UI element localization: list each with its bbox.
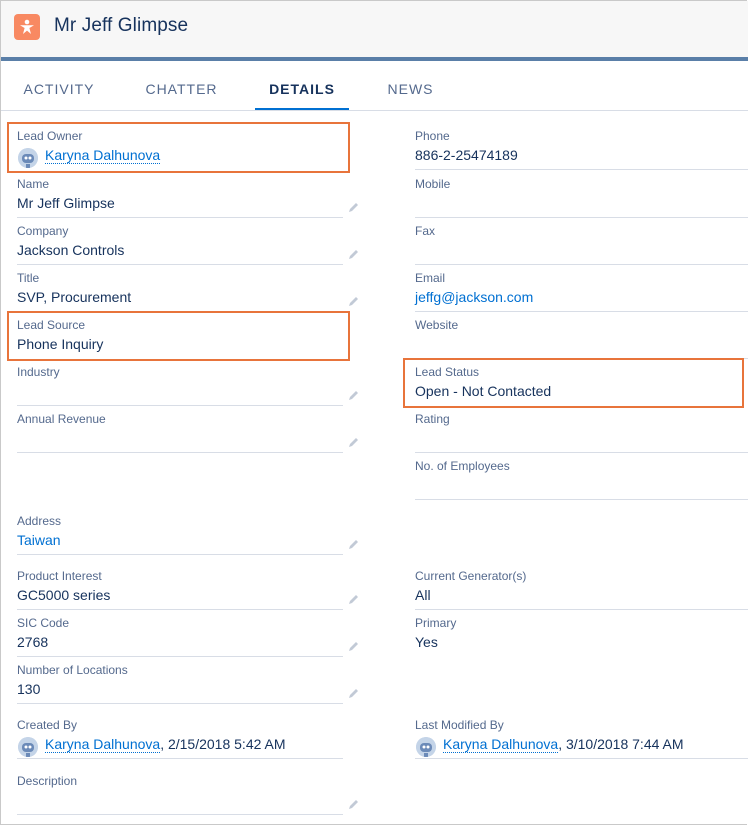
lead-icon [14,14,40,40]
field-value: 130 [17,681,41,697]
field-divider [415,758,748,759]
field-label: Created By [17,718,78,732]
field-divider [17,264,343,265]
last-modified-value: Karyna Dalhunova, 3/10/2018 7:44 AM [443,736,684,753]
edit-pencil-icon[interactable] [348,538,360,550]
field-label: Primary [415,616,457,630]
edit-pencil-icon[interactable] [348,687,360,699]
highlight-lead-status [403,358,744,408]
field-label: Address [17,514,62,528]
field-divider [17,554,343,555]
field-divider [415,452,748,453]
field-label: Fax [415,224,436,238]
page-title: Mr Jeff Glimpse [54,15,189,36]
field-divider [17,656,343,657]
field-label: Annual Revenue [17,412,106,426]
record-header: Mr Jeff Glimpse [1,1,748,57]
tab-activity[interactable]: ACTIVITY [1,61,117,110]
field-divider [17,609,343,610]
field-label: Email [415,271,446,285]
tab-details[interactable]: DETAILS [255,61,349,110]
edit-pencil-icon[interactable] [348,640,360,652]
user-link[interactable]: Karyna Dalhunova [45,736,161,753]
tab-news[interactable]: NEWS [362,61,459,110]
field-divider [17,452,343,453]
user-link[interactable]: Karyna Dalhunova [443,736,559,753]
field-value: Mr Jeff Glimpse [17,195,115,211]
field-value: Jackson Controls [17,242,125,258]
field-label: Phone [415,129,450,143]
modified-date: , 3/10/2018 7:44 AM [558,736,684,752]
tab-chatter[interactable]: CHATTER [123,61,240,110]
field-label: Website [415,318,459,332]
field-divider [17,703,343,704]
field-value: Yes [415,634,438,650]
field-label: Number of Locations [17,663,128,677]
email-link[interactable]: jeffg@jackson.com [415,289,533,305]
field-value: 2768 [17,634,49,650]
field-divider [415,264,748,265]
field-label: Company [17,224,69,238]
phone-value[interactable]: 886-2-25474189 [415,147,518,163]
address-link[interactable]: Taiwan [17,532,61,548]
field-divider [17,758,343,759]
edit-pencil-icon[interactable] [348,798,360,810]
field-divider [415,311,748,312]
field-divider [415,217,748,218]
field-label: SIC Code [17,616,70,630]
field-label: Product Interest [17,569,102,583]
field-divider [17,217,343,218]
edit-pencil-icon[interactable] [348,201,360,213]
edit-pencil-icon[interactable] [348,248,360,260]
field-divider [415,609,748,610]
field-divider [17,814,343,815]
field-label: Description [17,774,78,788]
field-divider [415,499,748,500]
field-divider [17,405,343,406]
tab-bar: ACTIVITY CHATTER DETAILS NEWS [1,61,748,111]
edit-pencil-icon[interactable] [348,436,360,448]
field-label: No. of Employees [415,459,510,473]
created-date: , 2/15/2018 5:42 AM [160,736,286,752]
field-value: SVP, Procurement [17,289,132,305]
field-value: All [415,587,431,603]
field-label: Title [17,271,40,285]
field-value: GC5000 series [17,587,111,603]
highlight-lead-owner [7,122,350,173]
field-label: Mobile [415,177,451,191]
edit-pencil-icon[interactable] [348,593,360,605]
avatar [18,737,38,757]
avatar [416,737,436,757]
field-divider [415,169,748,170]
field-label: Current Generator(s) [415,569,527,583]
edit-pencil-icon[interactable] [348,389,360,401]
field-label: Rating [415,412,450,426]
highlight-lead-source [7,311,350,361]
edit-pencil-icon[interactable] [348,295,360,307]
created-by-value: Karyna Dalhunova, 2/15/2018 5:42 AM [45,736,286,753]
field-label: Name [17,177,50,191]
field-label: Industry [17,365,60,379]
field-label: Last Modified By [415,718,504,732]
